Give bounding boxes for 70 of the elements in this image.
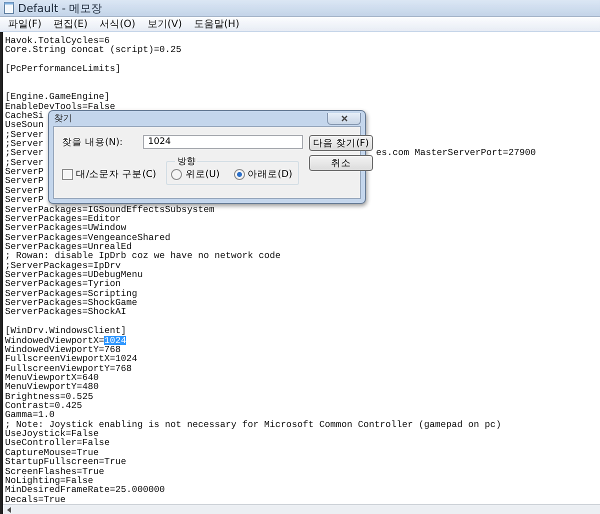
text-line: ServerP xyxy=(5,186,44,196)
cancel-button[interactable]: 취소 xyxy=(309,155,373,172)
find-label: 찾을 내용(N): xyxy=(62,136,124,149)
menu-item[interactable]: 보기(V) xyxy=(147,17,182,32)
text-line: MinDesiredFrameRate=25.000000 xyxy=(5,485,165,495)
text-line: Havok.TotalCycles=6 xyxy=(5,36,110,46)
text-line: ; Rowan: disable IpDrb coz we have no network code xyxy=(5,251,281,261)
text-line: Gamma=1.0 xyxy=(5,410,55,420)
scroll-left-icon[interactable] xyxy=(7,506,12,512)
text-line: ServerPackages=ShockAI xyxy=(5,307,126,317)
checkbox[interactable] xyxy=(62,169,73,180)
menu-item[interactable]: 서식(O) xyxy=(100,17,136,32)
text-line: Contrast=0.425 xyxy=(5,401,82,410)
text-line: ;Server xyxy=(5,138,44,148)
text-line: ;Server xyxy=(5,148,45,158)
radio-button[interactable] xyxy=(171,169,182,180)
text-line: WindowedViewportX= xyxy=(5,336,104,345)
notepad-icon xyxy=(4,2,14,14)
radio-label: 위로(U) xyxy=(185,168,220,182)
text-line: CacheSi xyxy=(5,110,44,120)
text-line: ServerPackages=UDebugMenu xyxy=(5,270,143,280)
text-line: NoLighting=False xyxy=(5,476,94,486)
radio-label: 아래로(D) xyxy=(248,168,292,182)
text-line: ;ServerPackages=IpDrv xyxy=(5,260,121,270)
text-line: EnableDevTools=False xyxy=(5,102,116,111)
find-field[interactable]: 1024 xyxy=(143,135,303,150)
text-line: Core.String concat (script)=0.25 xyxy=(5,45,182,55)
text-line: es.com MasterServerPort=27900 xyxy=(376,148,537,158)
text-line: ServerPackages=Scripting xyxy=(5,288,138,298)
text-line: UseSoun xyxy=(5,120,44,130)
text-line: ServerP xyxy=(5,167,44,176)
menu-item[interactable]: 도움말(H) xyxy=(194,17,240,32)
text-line: ServerPackages=UWindow xyxy=(5,223,126,233)
text-line: ScreenFlashes=True xyxy=(5,466,104,476)
menu-item[interactable]: 편집(E) xyxy=(54,17,88,32)
text-line: [WinDrv.WindowsClient] xyxy=(5,326,126,336)
text-line: StartupFullscreen=True xyxy=(5,457,126,467)
text-line: ServerPackages=VengeanceShared xyxy=(5,232,170,242)
text-line: ;Server xyxy=(5,158,44,168)
text-line: ;Server xyxy=(5,130,44,139)
text-line: ServerP xyxy=(5,195,44,204)
find-next-button[interactable]: 다음 찾기(F) xyxy=(309,135,373,152)
text-line: Brightness=0.525 xyxy=(5,392,94,402)
selected-text: 1024 xyxy=(104,336,126,345)
text-line: UseController=False xyxy=(5,438,110,448)
window-title: Default - 메모장 xyxy=(18,0,102,16)
group-label: 방향 xyxy=(175,155,198,168)
text-line: UseJoystick=False xyxy=(5,429,99,438)
radio-button[interactable] xyxy=(234,169,245,180)
text-line: ServerPackages=Editor xyxy=(5,214,121,224)
text-line: [PcPerformanceLimits] xyxy=(5,64,121,74)
text-line: [Engine.GameEngine] xyxy=(5,92,110,102)
menu-item[interactable]: 파일(F) xyxy=(8,17,42,32)
text-line: ServerPackages=Tyrion xyxy=(5,279,121,289)
close-icon xyxy=(340,114,348,122)
text-line: MenuViewportY=480 xyxy=(5,382,99,392)
text-line: WindowedViewportY=768 xyxy=(5,344,121,354)
text-line: Decals=True xyxy=(5,494,66,504)
dialog-title: 찾기 xyxy=(54,113,72,126)
text-line: ServerPackages=ShockGame xyxy=(5,298,138,308)
checkbox-label: 대/소문자 구분(C) xyxy=(76,168,156,182)
text-line: ServerPackages=IGSoundEffectsSubsystem xyxy=(5,204,215,214)
text-line: ; Note: Joystick enabling is not necessary for Microsoft Common Controller (gamepad on pc) xyxy=(5,420,502,430)
text-line: ServerP xyxy=(5,176,44,186)
text-line: ServerPackages=UnrealEd xyxy=(5,242,132,252)
text-line: MenuViewportX=640 xyxy=(5,372,99,382)
text-line: CaptureMouse=True xyxy=(5,448,99,458)
text-line: FullscreenViewportY=768 xyxy=(5,364,132,373)
text-line: FullscreenViewportX=1024 xyxy=(5,354,138,364)
close-button[interactable] xyxy=(327,112,361,125)
